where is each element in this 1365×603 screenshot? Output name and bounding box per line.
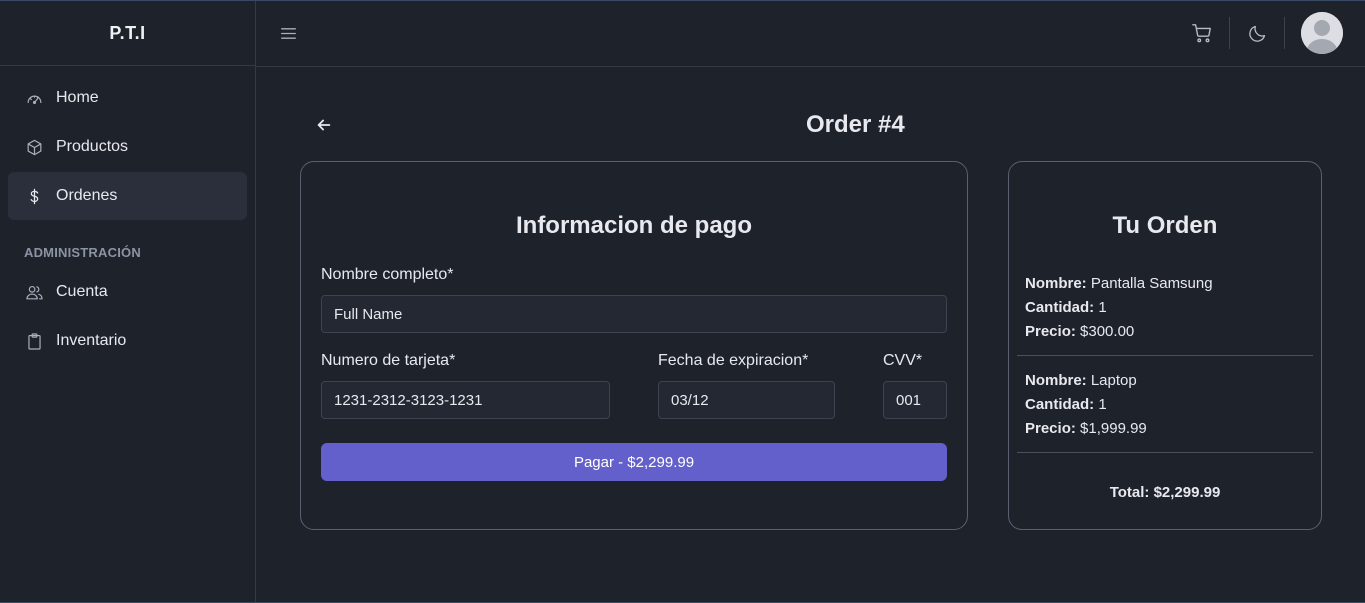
- sidebar-item-ordenes[interactable]: Ordenes: [8, 172, 247, 220]
- card-number-field[interactable]: 1231-2312-3123-1231: [321, 381, 610, 419]
- item-divider: [1017, 452, 1313, 453]
- sidebar-item-label: Ordenes: [56, 187, 118, 204]
- sidebar-item-productos[interactable]: Productos: [8, 123, 247, 171]
- topbar-actions: [1191, 12, 1343, 54]
- card-number-label: Numero de tarjeta*: [321, 352, 456, 369]
- expiration-field[interactable]: 03/12: [658, 381, 835, 419]
- order-item: Nombre: Pantalla Samsung Cantidad: 1 Pre…: [1025, 272, 1213, 344]
- box-icon: [24, 137, 44, 157]
- item-name: Laptop: [1090, 372, 1137, 389]
- dollar-icon: [24, 186, 44, 206]
- payment-title: Informacion de pago: [515, 212, 752, 239]
- price-key: Precio:: [1025, 420, 1076, 437]
- brand-logo[interactable]: P.T.I: [0, 1, 255, 66]
- item-qty: 1: [1098, 299, 1107, 316]
- app-window: P.T.I Home Productos Ordenes ADMINISTRAC…: [0, 0, 1365, 603]
- avatar[interactable]: [1301, 12, 1343, 54]
- sidebar-item-home[interactable]: Home: [8, 74, 247, 122]
- expiration-label: Fecha de expiracion*: [658, 352, 809, 369]
- menu-icon[interactable]: [278, 23, 298, 43]
- item-name: Pantalla Samsung: [1090, 275, 1213, 292]
- back-arrow-icon[interactable]: [314, 115, 334, 135]
- sidebar: P.T.I Home Productos Ordenes ADMINISTRAC…: [0, 1, 256, 602]
- order-title: Tu Orden: [1112, 212, 1218, 239]
- price-key: Precio:: [1025, 323, 1076, 340]
- name-key: Nombre:: [1025, 372, 1087, 389]
- sidebar-nav: Home Productos Ordenes ADMINISTRACIÓN Cu…: [0, 66, 255, 374]
- sidebar-item-label: Home: [56, 89, 99, 106]
- qty-key: Cantidad:: [1025, 299, 1095, 316]
- main-content: Order #4 Informacion de pago Nombre comp…: [256, 67, 1365, 602]
- page-title: Order #4: [806, 111, 905, 138]
- order-total: Total: $2,299.99: [1109, 484, 1221, 501]
- full-name-field[interactable]: Full Name: [321, 295, 947, 333]
- item-divider: [1017, 355, 1313, 356]
- users-icon: [24, 282, 44, 302]
- topbar-divider: [1229, 17, 1230, 49]
- item-qty: 1: [1098, 396, 1107, 413]
- sidebar-item-cuenta[interactable]: Cuenta: [8, 268, 247, 316]
- sidebar-item-label: Productos: [56, 138, 129, 155]
- moon-icon[interactable]: [1246, 22, 1268, 44]
- sidebar-item-label: Inventario: [56, 332, 127, 349]
- cvv-field[interactable]: 001: [883, 381, 947, 419]
- name-key: Nombre:: [1025, 275, 1087, 292]
- sidebar-section-admin: ADMINISTRACIÓN: [24, 245, 141, 260]
- item-price: $300.00: [1080, 323, 1135, 340]
- item-price: $1,999.99: [1080, 420, 1147, 437]
- order-summary-card: Tu Orden Nombre: Pantalla Samsung Cantid…: [1008, 161, 1322, 530]
- full-name-label: Nombre completo*: [321, 266, 454, 283]
- dashboard-gauge-icon: [24, 88, 44, 108]
- cart-icon[interactable]: [1191, 22, 1213, 44]
- clipboard-icon: [24, 331, 44, 351]
- qty-key: Cantidad:: [1025, 396, 1095, 413]
- payment-card: Informacion de pago Nombre completo* Ful…: [300, 161, 968, 530]
- topbar-divider: [1284, 17, 1285, 49]
- sidebar-item-inventario[interactable]: Inventario: [8, 317, 247, 365]
- topbar: [256, 1, 1365, 67]
- order-item: Nombre: Laptop Cantidad: 1 Precio: $1,99…: [1025, 369, 1147, 441]
- sidebar-item-label: Cuenta: [56, 283, 108, 300]
- cvv-label: CVV*: [883, 352, 923, 369]
- pay-button[interactable]: Pagar - $2,299.99: [321, 443, 947, 481]
